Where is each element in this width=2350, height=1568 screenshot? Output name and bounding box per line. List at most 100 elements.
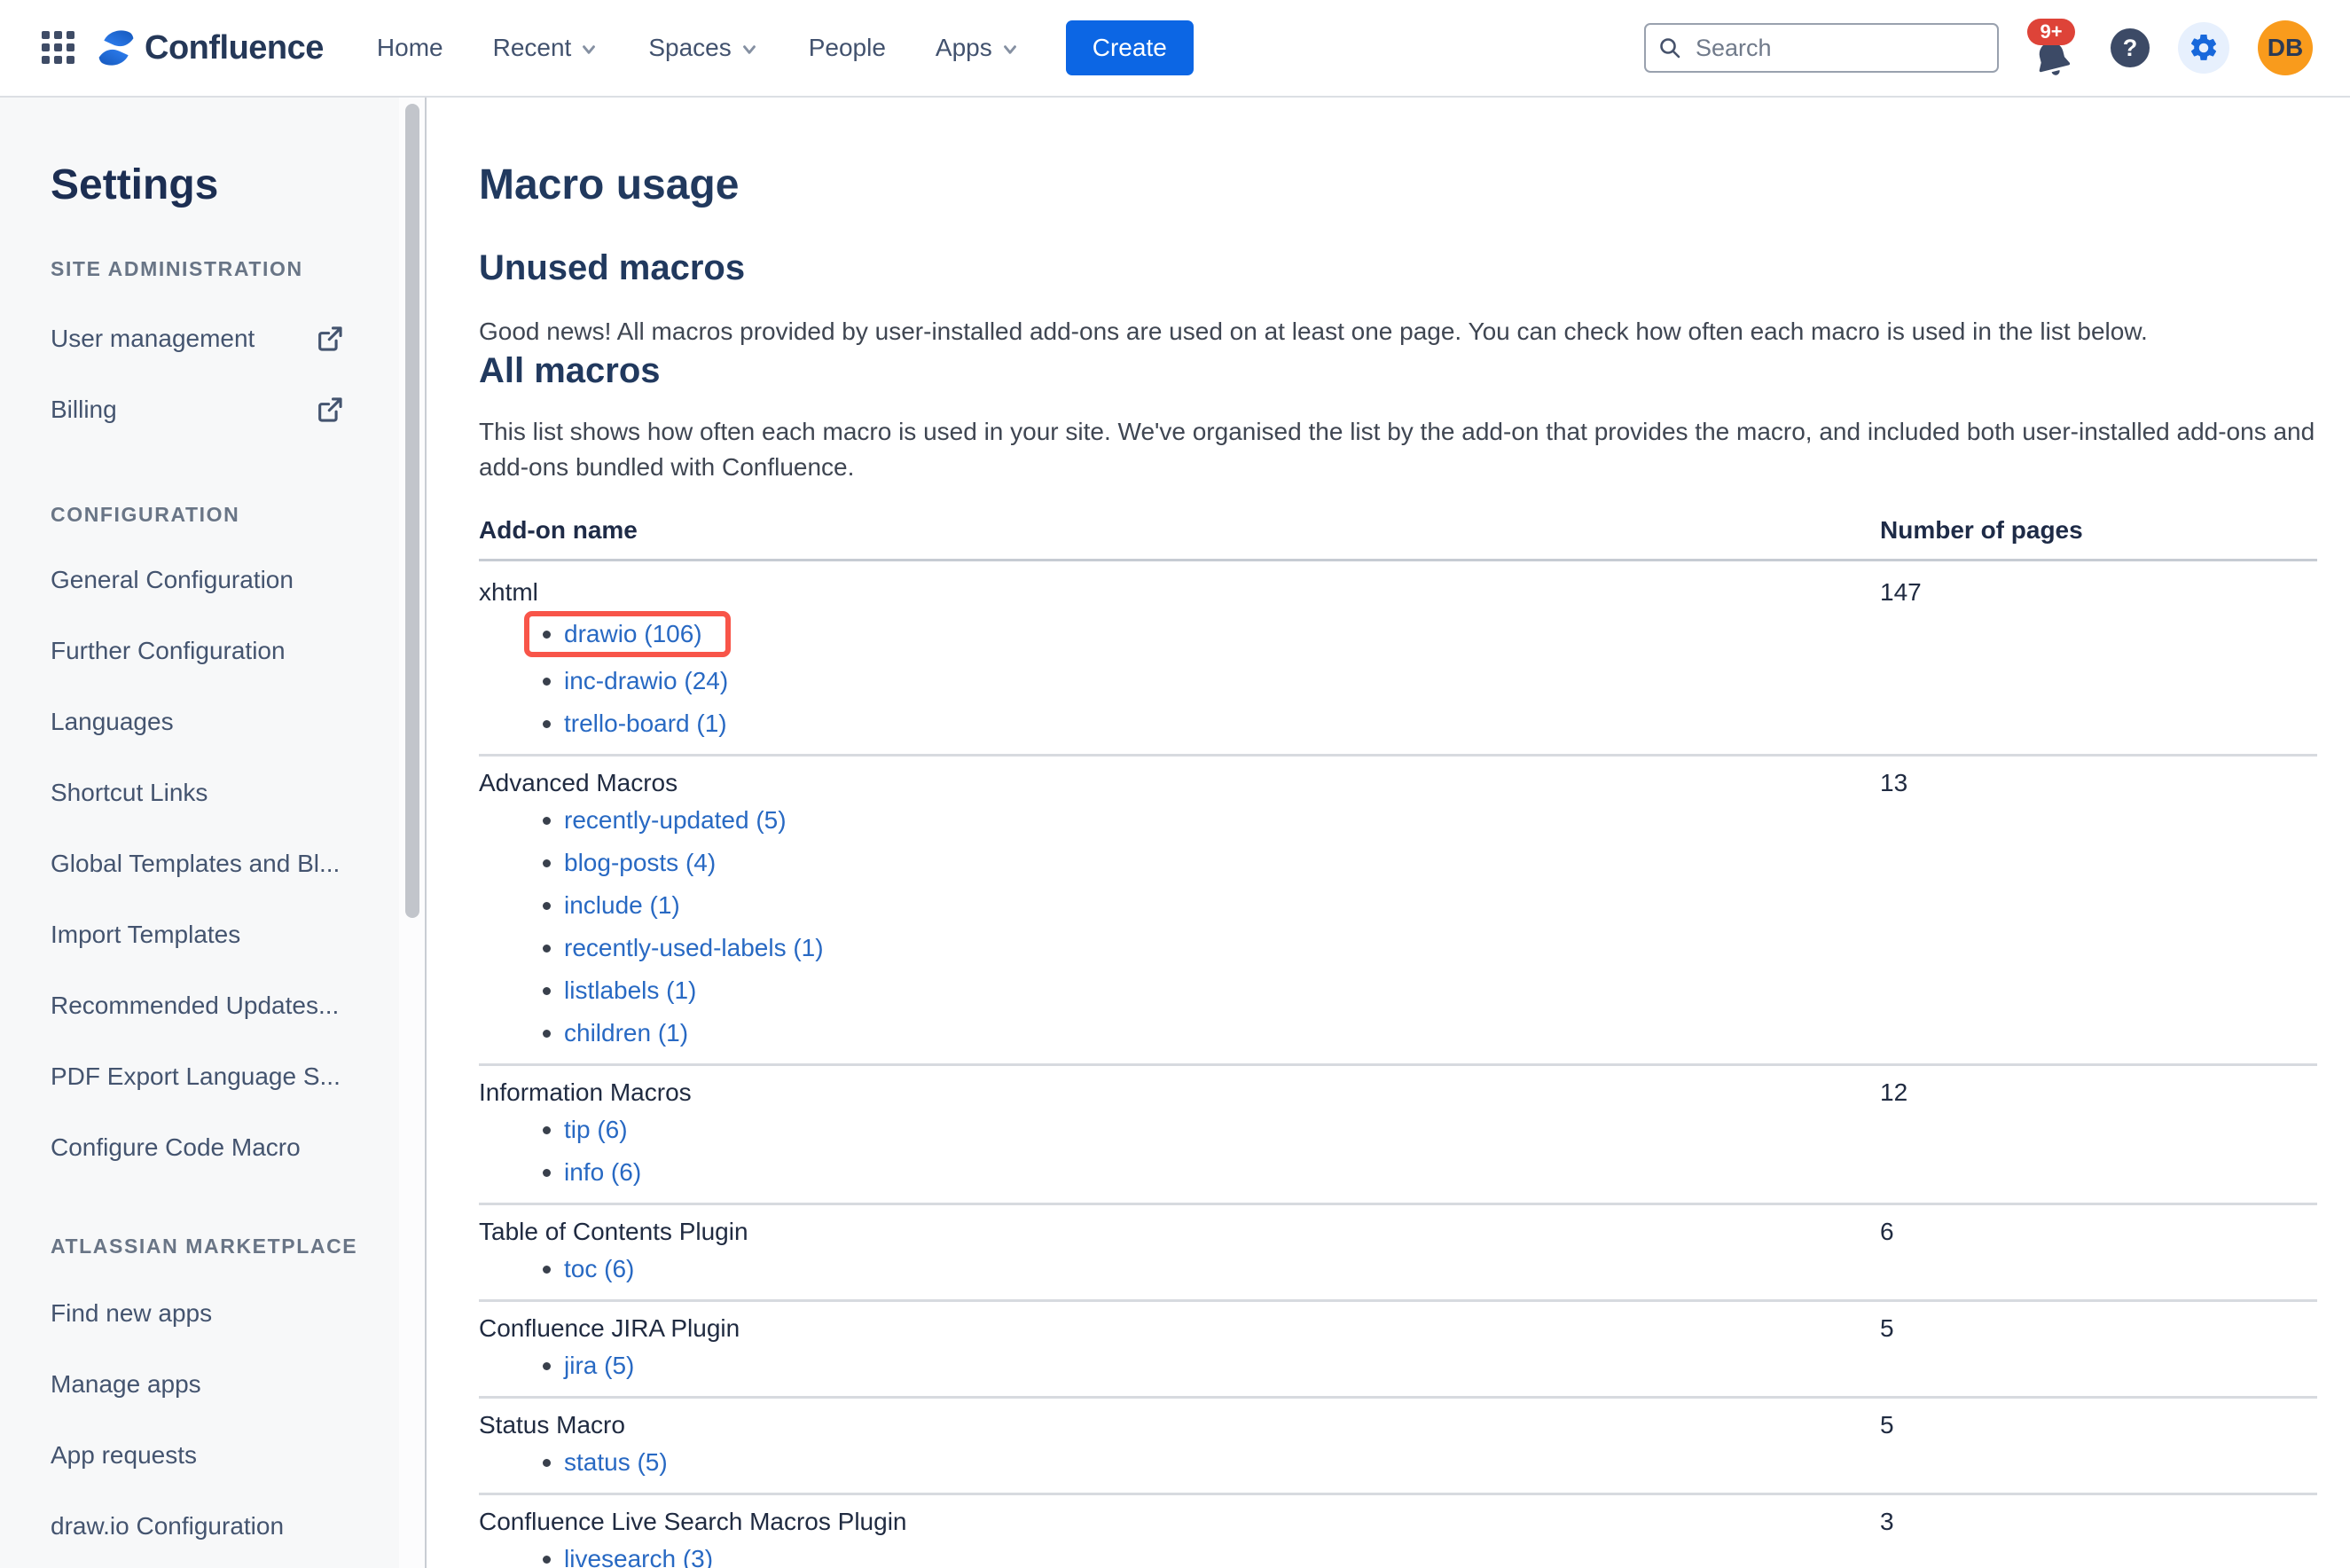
sidebar-item-import-templates[interactable]: Import Templates bbox=[51, 899, 370, 970]
settings-button[interactable] bbox=[2178, 22, 2229, 74]
sidebar-item-general-configuration[interactable]: General Configuration bbox=[51, 545, 370, 615]
table-header: Add-on name Number of pages bbox=[479, 517, 2317, 561]
macro-link-tip[interactable]: tip (6) bbox=[564, 1115, 628, 1145]
sidebar-scrollbar-track[interactable] bbox=[399, 98, 427, 1568]
macro-list: status (5) bbox=[479, 1441, 1880, 1484]
pages-count: 147 bbox=[1880, 578, 1922, 606]
search-input[interactable] bbox=[1644, 23, 1999, 73]
macro-list: livesearch (3) bbox=[479, 1538, 1880, 1568]
list-item: jira (5) bbox=[479, 1345, 1880, 1387]
list-item: inc-drawio (24) bbox=[479, 660, 1880, 702]
all-macros-text: This list shows how often each macro is … bbox=[479, 418, 2315, 481]
search-box bbox=[1644, 23, 1999, 73]
question-mark-icon: ? bbox=[2122, 34, 2138, 61]
unused-macros-text: Good news! All macros provided by user-i… bbox=[479, 318, 2148, 345]
section-label-site-administration: SITE ADMINISTRATION bbox=[51, 257, 303, 280]
notification-badge: 9+ bbox=[2027, 19, 2075, 45]
macro-link-recently-used-labels[interactable]: recently-used-labels (1) bbox=[564, 933, 824, 963]
nav-apps[interactable]: Apps bbox=[936, 34, 1020, 62]
pages-count: 13 bbox=[1880, 769, 1908, 796]
addon-name: Status Macro bbox=[479, 1411, 625, 1439]
macro-link-blog-posts[interactable]: blog-posts (4) bbox=[564, 848, 716, 878]
macro-link-status[interactable]: status (5) bbox=[564, 1447, 668, 1478]
macro-usage-table: Add-on name Number of pages xhtml drawio… bbox=[479, 517, 2317, 1568]
bullet-icon bbox=[543, 630, 551, 639]
macro-link-recently-updated[interactable]: recently-updated (5) bbox=[564, 805, 787, 835]
macro-list: jira (5) bbox=[479, 1345, 1880, 1387]
sidebar-item-further-configuration[interactable]: Further Configuration bbox=[51, 615, 370, 686]
macro-link-inc-drawio[interactable]: inc-drawio (24) bbox=[564, 666, 728, 696]
table-row: Information Macros tip (6) info (6) 12 bbox=[479, 1066, 2317, 1205]
settings-sidebar: Settings SITE ADMINISTRATION User manage… bbox=[0, 98, 399, 1568]
bullet-icon bbox=[543, 944, 551, 953]
bullet-icon bbox=[543, 858, 551, 867]
confluence-logo[interactable]: Confluence bbox=[96, 27, 324, 68]
sidebar-item-global-templates[interactable]: Global Templates and Bl... bbox=[51, 828, 370, 899]
list-item: blog-posts (4) bbox=[479, 842, 1880, 884]
macro-list: drawio (106) inc-drawio (24) trello-boar… bbox=[479, 608, 1880, 745]
list-item: children (1) bbox=[479, 1012, 1880, 1054]
sidebar-item-drawio-configuration[interactable]: draw.io Configuration bbox=[51, 1491, 370, 1562]
page-title: Macro usage bbox=[479, 161, 740, 208]
macro-link-trello-board[interactable]: trello-board (1) bbox=[564, 709, 727, 739]
sidebar-item-find-new-apps[interactable]: Find new apps bbox=[51, 1278, 370, 1349]
confluence-logo-icon bbox=[98, 30, 134, 66]
bullet-icon bbox=[543, 901, 551, 910]
chevron-down-icon bbox=[742, 45, 756, 54]
section-label-atlassian-marketplace: ATLASSIAN MARKETPLACE bbox=[51, 1235, 358, 1258]
external-link-icon bbox=[318, 326, 342, 351]
product-name: Confluence bbox=[145, 28, 324, 67]
sidebar-item-user-management[interactable]: User management bbox=[51, 303, 370, 374]
sidebar-item-pdf-export-language[interactable]: PDF Export Language S... bbox=[51, 1041, 370, 1112]
macro-link-info[interactable]: info (6) bbox=[564, 1157, 641, 1188]
marketplace-list: Find new apps Manage apps App requests d… bbox=[51, 1278, 399, 1562]
sidebar-item-shortcut-links[interactable]: Shortcut Links bbox=[51, 757, 370, 828]
nav-home[interactable]: Home bbox=[377, 34, 443, 62]
avatar-initials: DB bbox=[2267, 34, 2304, 61]
sidebar-item-app-requests[interactable]: App requests bbox=[51, 1420, 370, 1491]
macro-link-livesearch[interactable]: livesearch (3) bbox=[564, 1544, 713, 1568]
pages-count: 5 bbox=[1880, 1411, 1894, 1439]
sidebar-item-languages[interactable]: Languages bbox=[51, 686, 370, 757]
list-item: drawio (106) bbox=[479, 608, 1880, 660]
bullet-icon bbox=[543, 986, 551, 995]
macro-list: toc (6) bbox=[479, 1248, 1880, 1290]
avatar[interactable]: DB bbox=[2258, 20, 2313, 75]
nav-recent[interactable]: Recent bbox=[493, 34, 599, 62]
macro-link-toc[interactable]: toc (6) bbox=[564, 1254, 634, 1284]
main-content: Macro usage Unused macros Good news! All… bbox=[427, 98, 2350, 1568]
addon-name: xhtml bbox=[479, 578, 538, 606]
table-row: xhtml drawio (106) inc-drawio (24) trell… bbox=[479, 561, 2317, 757]
help-button[interactable]: ? bbox=[2111, 28, 2150, 67]
addon-name: Confluence Live Search Macros Plugin bbox=[479, 1508, 907, 1535]
external-link-icon bbox=[318, 397, 342, 422]
app-switcher-icon[interactable] bbox=[41, 30, 76, 66]
primary-nav: Home Recent Spaces People Apps bbox=[377, 34, 1020, 62]
sidebar-item-billing[interactable]: Billing bbox=[51, 374, 370, 445]
sidebar-scrollbar-thumb[interactable] bbox=[405, 104, 419, 918]
macro-link-drawio[interactable]: drawio (106) bbox=[564, 619, 702, 649]
bullet-icon bbox=[543, 677, 551, 686]
sidebar-item-manage-apps[interactable]: Manage apps bbox=[51, 1349, 370, 1420]
navbar-right-cluster: 9+ ? DB bbox=[1644, 13, 2313, 82]
nav-spaces[interactable]: Spaces bbox=[648, 34, 758, 62]
gear-icon bbox=[2190, 34, 2217, 60]
notifications-button[interactable]: 9+ bbox=[2027, 13, 2082, 82]
pages-count: 12 bbox=[1880, 1078, 1908, 1106]
bullet-icon bbox=[543, 1265, 551, 1274]
macro-link-include[interactable]: include (1) bbox=[564, 890, 680, 921]
macro-link-listlabels[interactable]: listlabels (1) bbox=[564, 976, 696, 1006]
macro-link-children[interactable]: children (1) bbox=[564, 1018, 688, 1048]
pages-count: 6 bbox=[1880, 1218, 1894, 1245]
macro-list: tip (6) info (6) bbox=[479, 1109, 1880, 1194]
sidebar-item-configure-code-macro[interactable]: Configure Code Macro bbox=[51, 1112, 370, 1183]
section-label-configuration: CONFIGURATION bbox=[51, 503, 240, 526]
macro-link-jira[interactable]: jira (5) bbox=[564, 1351, 634, 1381]
addon-name: Table of Contents Plugin bbox=[479, 1218, 748, 1245]
nav-people[interactable]: People bbox=[809, 34, 886, 62]
sidebar-item-recommended-updates[interactable]: Recommended Updates... bbox=[51, 970, 370, 1041]
col-addon-name: Add-on name bbox=[479, 516, 638, 544]
bullet-icon bbox=[543, 1125, 551, 1134]
all-macros-heading: All macros bbox=[479, 351, 661, 390]
create-button[interactable]: Create bbox=[1065, 20, 1194, 75]
